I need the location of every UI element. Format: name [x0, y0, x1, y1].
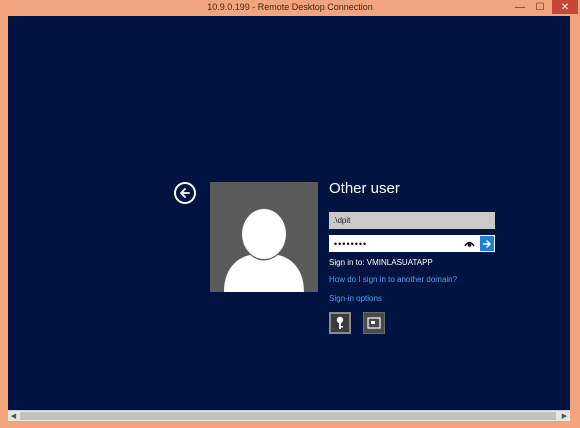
maximize-button[interactable]: ☐	[530, 0, 550, 14]
password-field-container	[329, 235, 479, 252]
password-option-button[interactable]	[329, 312, 351, 334]
sign-in-other-domain-link[interactable]: How do I sign in to another domain?	[329, 275, 457, 284]
horizontal-scrollbar[interactable]: ◀ ▶	[8, 410, 570, 421]
key-icon	[336, 316, 344, 329]
username-field[interactable]	[329, 212, 495, 229]
eye-icon	[463, 241, 475, 247]
scroll-left-button[interactable]: ◀	[8, 411, 19, 421]
back-button[interactable]	[174, 182, 196, 204]
remote-logon-screen: Other user Sign in to: VMINLASUATAPP How…	[8, 16, 570, 410]
password-field[interactable]	[330, 236, 466, 251]
back-arrow-icon	[180, 188, 190, 198]
window-title: 10.9.0.199 - Remote Desktop Connection	[207, 2, 373, 12]
default-user-avatar-icon	[224, 209, 304, 292]
submit-button[interactable]	[479, 235, 495, 252]
sign-in-options-link[interactable]: Sign-in options	[329, 294, 382, 303]
scrollbar-thumb[interactable]	[20, 412, 556, 420]
minimize-button[interactable]: —	[510, 0, 530, 14]
window-bottom-border	[0, 421, 580, 428]
close-button[interactable]: ✕	[552, 0, 578, 14]
remote-desktop-window: 10.9.0.199 - Remote Desktop Connection —…	[0, 0, 580, 428]
sign-in-target-text: Sign in to: VMINLASUATAPP	[329, 258, 433, 267]
smart-card-option-button[interactable]	[363, 312, 385, 334]
title-bar[interactable]: 10.9.0.199 - Remote Desktop Connection —…	[0, 0, 580, 16]
smart-card-icon	[367, 317, 381, 329]
reveal-password-button[interactable]	[462, 237, 476, 250]
user-tile	[210, 182, 318, 292]
scroll-right-button[interactable]: ▶	[559, 411, 570, 421]
arrow-right-icon	[482, 239, 491, 248]
user-heading: Other user	[329, 180, 400, 197]
